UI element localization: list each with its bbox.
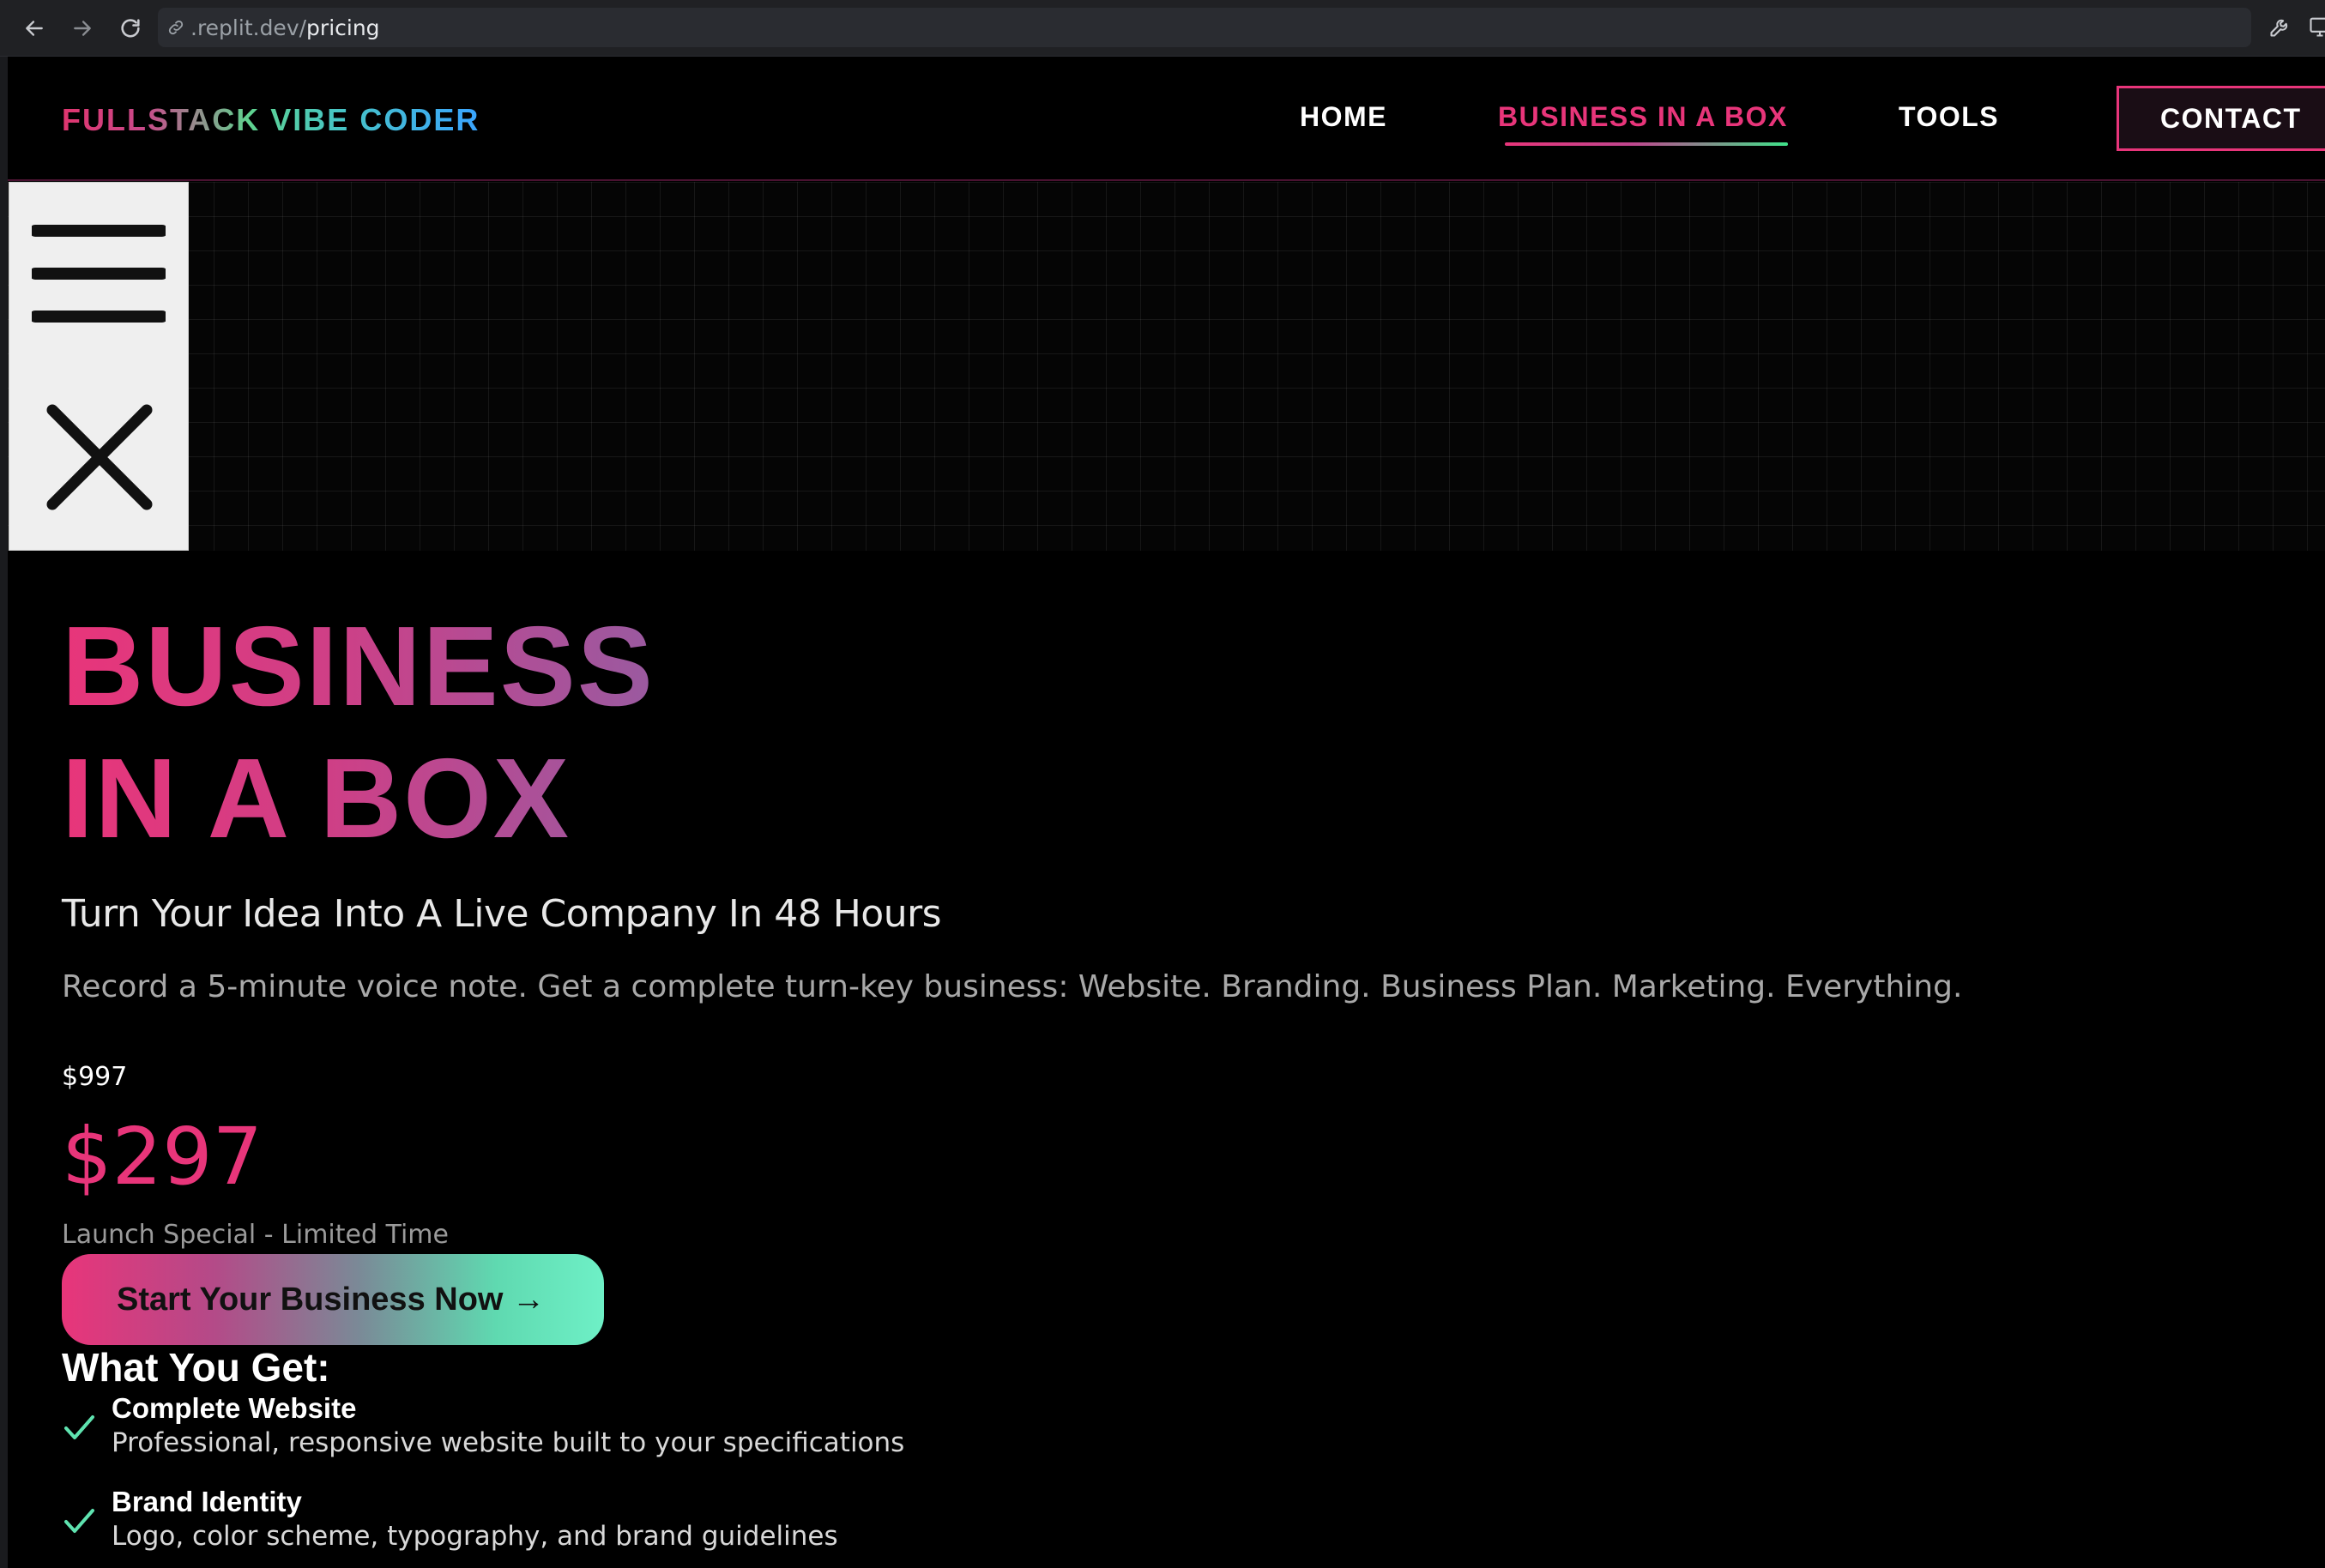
- features-title: What You Get:: [62, 1345, 330, 1390]
- checkmark-icon: [62, 1504, 96, 1538]
- floating-menu-panel: [9, 182, 189, 551]
- active-nav-underline: [1505, 142, 1788, 146]
- hero-title-line-2: IN A BOX: [62, 735, 571, 861]
- hero-tagline: Turn Your Idea Into A Live Company In 48…: [62, 892, 942, 936]
- hero-title-line-1: BUSINESS: [62, 603, 655, 729]
- site-header: FULLSTACK VIBE CODER HOME BUSINESS IN A …: [8, 57, 2325, 181]
- reload-icon[interactable]: [113, 12, 148, 45]
- nav-business-in-a-box[interactable]: BUSINESS IN A BOX: [1498, 101, 1788, 133]
- feature-item: Complete Website Professional, responsiv…: [62, 1391, 904, 1460]
- hero-description: Record a 5-minute voice note. Get a comp…: [62, 969, 1963, 1004]
- browser-toolbar: .replit.dev/pricing: [0, 0, 2325, 57]
- link-icon: [166, 18, 185, 37]
- close-icon[interactable]: [44, 401, 155, 513]
- sale-price: $297: [62, 1111, 263, 1203]
- url-path: pricing: [306, 15, 380, 40]
- nav-home[interactable]: HOME: [1300, 101, 1387, 133]
- start-business-button[interactable]: Start Your Business Now →: [62, 1254, 604, 1345]
- forward-arrow-icon[interactable]: [65, 12, 100, 45]
- device-icon[interactable]: [2308, 15, 2325, 43]
- nav-tools[interactable]: TOOLS: [1899, 101, 1999, 133]
- address-bar[interactable]: .replit.dev/pricing: [158, 8, 2251, 47]
- feature-title: Complete Website: [112, 1392, 357, 1424]
- feature-description: Logo, color scheme, typography, and bran…: [112, 1521, 838, 1552]
- url-domain: .replit.dev/: [190, 15, 307, 40]
- price-note: Launch Special - Limited Time: [62, 1220, 449, 1250]
- wrench-icon[interactable]: [2268, 15, 2292, 43]
- window-edge: [0, 57, 8, 1568]
- hero-title: BUSINESS IN A BOX: [62, 600, 655, 865]
- toolbar-right-icons: [2268, 12, 2325, 45]
- grid-background: [8, 182, 2325, 551]
- feature-item: Brand Identity Logo, color scheme, typog…: [62, 1485, 838, 1553]
- back-arrow-icon[interactable]: [17, 12, 51, 45]
- contact-button[interactable]: CONTACT: [2117, 86, 2325, 151]
- original-price: $997: [62, 1062, 128, 1092]
- checkmark-icon: [62, 1410, 96, 1444]
- hamburger-icon[interactable]: [29, 222, 168, 325]
- feature-title: Brand Identity: [112, 1486, 302, 1517]
- feature-description: Professional, responsive website built t…: [112, 1427, 905, 1458]
- site-logo[interactable]: FULLSTACK VIBE CODER: [62, 102, 480, 138]
